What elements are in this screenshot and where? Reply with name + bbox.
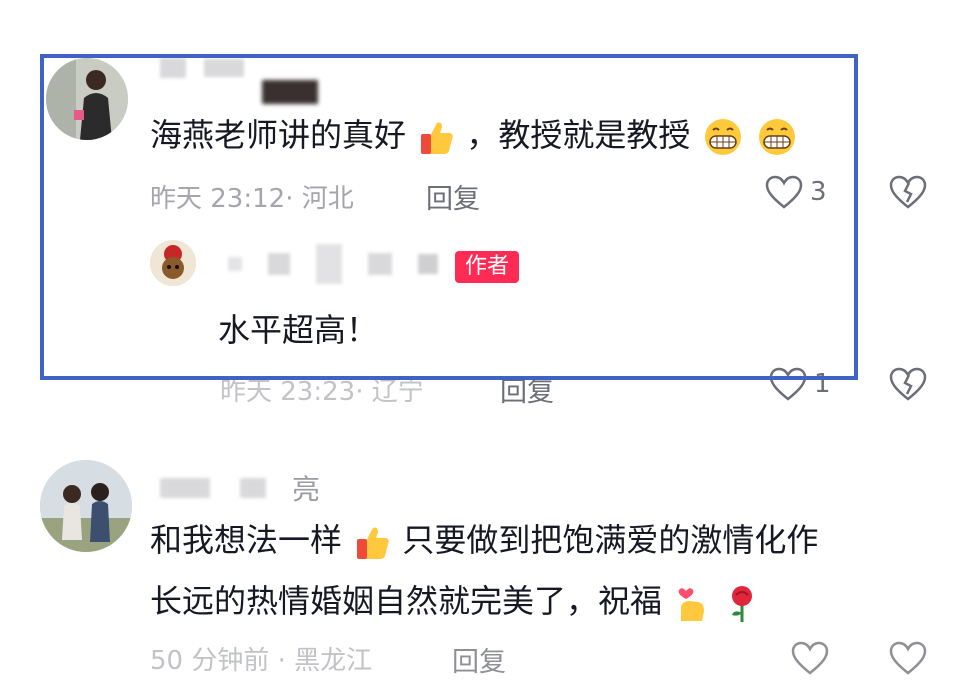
grinning-emoji [758,119,795,155]
avatar-2[interactable] [40,460,132,552]
grinning-emoji [704,119,741,155]
comment-text: 海燕老师讲的真好 ，教授就是教授 [150,115,799,157]
like-count: 3 [810,177,827,207]
comment-2-text-part-1: 和我想法一样 [150,521,343,559]
reply-button[interactable]: 回复 [426,177,480,216]
reply-avatar-photo [150,240,196,286]
comment-2-dislike-button[interactable] [888,640,928,680]
reply-dislike-button[interactable] [888,366,928,406]
rose-emoji [732,586,753,622]
heart-outline-icon [791,641,829,675]
comment-2-text-part-2: 只要做到把饱满爱的激情化作 [402,521,819,559]
comment-text-2-line2: 长远的热情婚姻自然就完美了，祝福 [150,581,762,623]
comment-meta: 昨天 23:12· 河北 [150,184,354,214]
avatar[interactable] [46,58,128,140]
reply-username-redacted[interactable] [228,244,438,284]
comment-text-part-1: 海燕老师讲的真好 [150,116,407,154]
like-button[interactable]: 3 [764,174,827,210]
username-redacted-3[interactable] [160,478,266,498]
heart-outline-icon [765,175,803,209]
highlight-box [40,54,858,380]
username-suffix: 亮 [292,473,321,506]
comment-2-text-line2: 长远的热情婚姻自然就完美了，祝福 [150,582,663,620]
reply-meta: 昨天 23:23· 辽宁 [220,377,424,407]
reply-reply-button[interactable]: 回复 [500,370,554,409]
broken-heart-icon [889,367,927,401]
dislike-button[interactable] [888,174,928,214]
comment-2-like-button[interactable] [790,640,830,680]
username-redacted[interactable] [160,58,244,78]
finger-heart-emoji [678,588,705,621]
avatar-photo-2 [40,460,132,552]
author-badge: 作者 [455,251,520,283]
reply-like-button[interactable]: 1 [768,366,831,402]
comment-text-part-2: ，教授就是教授 [466,116,691,154]
username-redacted-2 [262,80,318,104]
comment-2-reply-button[interactable]: 回复 [452,640,506,679]
comment-2-meta: 50 分钟前 · 黑龙江 [150,646,373,676]
comment-text-2: 和我想法一样 只要做到把饱满爱的激情化作 [150,520,818,562]
avatar-photo [46,58,128,140]
reply-avatar[interactable] [150,240,196,286]
thumbs-up-emoji [357,527,389,559]
broken-heart-icon [889,641,927,675]
reply-text: 水平超高！ [218,311,379,349]
broken-heart-icon [889,175,927,209]
reply-like-count: 1 [814,369,831,399]
thumbs-up-emoji [421,122,453,154]
heart-outline-icon [769,367,807,401]
